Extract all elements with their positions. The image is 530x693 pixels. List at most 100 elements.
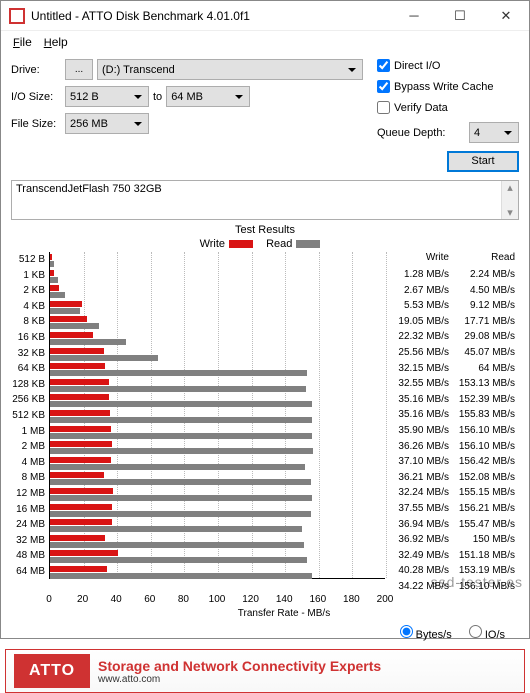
direct-io-checkbox[interactable] (377, 59, 390, 72)
read-bar (50, 433, 312, 439)
read-bar (50, 448, 313, 454)
titlebar: Untitled - ATTO Disk Benchmark 4.01.0f1 … (1, 1, 529, 31)
verify-checkbox[interactable] (377, 101, 390, 114)
cell-read: 152.39 MB/s (453, 392, 519, 408)
footer-headline: Storage and Network Connectivity Experts (98, 658, 524, 674)
x-tick: 140 (276, 594, 293, 605)
read-bar (50, 292, 65, 298)
write-bar (50, 426, 111, 432)
read-bar (50, 542, 304, 548)
write-bar (50, 394, 109, 400)
io-from-value: 512 B (70, 91, 99, 103)
cell-read: 17.71 MB/s (453, 314, 519, 330)
unit-radios: Bytes/s IO/s (11, 619, 519, 643)
atto-logo: ATTO (14, 654, 90, 688)
bar-row (50, 392, 385, 408)
table-row: 35.16 MB/s152.39 MB/s (387, 392, 519, 408)
y-label: 32 KB (11, 346, 45, 362)
y-label: 24 MB (11, 517, 45, 533)
write-bar (50, 301, 82, 307)
col-write: Write (387, 252, 453, 267)
cell-read: 153.19 MB/s (453, 563, 519, 579)
device-textarea[interactable]: TranscendJetFlash 750 32GB ▴▾ (11, 180, 519, 220)
x-tick: 60 (144, 594, 155, 605)
bytes-radio[interactable] (400, 625, 413, 638)
cell-read: 156.10 MB/s (453, 439, 519, 455)
bar-row (50, 470, 385, 486)
iosize-label: I/O Size: (11, 91, 61, 103)
table-row: 34.22 MB/s156.10 MB/s (387, 579, 519, 595)
device-name: TranscendJetFlash 750 32GB (16, 183, 162, 195)
read-bar (50, 526, 302, 532)
drive-browse-button[interactable]: ... (65, 59, 93, 80)
close-button[interactable]: ✕ (483, 1, 529, 31)
table-row: 40.28 MB/s153.19 MB/s (387, 563, 519, 579)
y-label: 16 KB (11, 330, 45, 346)
cell-write: 35.90 MB/s (387, 423, 453, 439)
y-label: 128 KB (11, 377, 45, 393)
cell-write: 1.28 MB/s (387, 267, 453, 283)
drive-combo[interactable]: (D:) Transcend (97, 59, 363, 80)
y-label: 4 KB (11, 299, 45, 315)
ios-radio[interactable] (469, 625, 482, 638)
read-bar (50, 417, 312, 423)
y-label: 8 MB (11, 470, 45, 486)
iosize-from-combo[interactable]: 512 B (65, 86, 149, 107)
read-bar (50, 355, 158, 361)
chart-bars (49, 252, 385, 579)
write-bar (50, 550, 118, 556)
legend-write-label: Write (200, 238, 225, 250)
maximize-button[interactable]: ☐ (437, 1, 483, 31)
to-label: to (153, 91, 162, 103)
app-icon (9, 8, 25, 24)
filesize-combo[interactable]: 256 MB (65, 113, 149, 134)
read-bar (50, 261, 54, 267)
bar-row (50, 548, 385, 564)
x-tick: 80 (178, 594, 189, 605)
table-row: 35.16 MB/s155.83 MB/s (387, 407, 519, 423)
direct-io-label: Direct I/O (394, 60, 440, 72)
queue-combo[interactable]: 4 (469, 122, 519, 143)
read-bar (50, 573, 312, 579)
y-label: 8 KB (11, 314, 45, 330)
chart-x-ticks: 020406080100120140160180200 (49, 594, 519, 606)
read-bar (50, 511, 311, 517)
write-bar (50, 566, 107, 572)
bar-row (50, 517, 385, 533)
write-bar (50, 457, 111, 463)
write-bar (50, 410, 110, 416)
minimize-button[interactable]: ─ (391, 1, 437, 31)
bar-row (50, 439, 385, 455)
bar-row (50, 283, 385, 299)
write-bar (50, 332, 93, 338)
bar-row (50, 408, 385, 424)
drive-value: (D:) Transcend (102, 64, 175, 76)
bar-row (50, 268, 385, 284)
cell-read: 2.24 MB/s (453, 267, 519, 283)
write-bar (50, 363, 105, 369)
cell-write: 37.55 MB/s (387, 501, 453, 517)
textarea-scrollbar[interactable]: ▴▾ (501, 181, 518, 219)
write-bar (50, 270, 54, 276)
cell-read: 150 MB/s (453, 532, 519, 548)
write-bar (50, 316, 87, 322)
bypass-checkbox[interactable] (377, 80, 390, 93)
read-bar (50, 386, 306, 392)
cell-read: 153.13 MB/s (453, 376, 519, 392)
start-button[interactable]: Start (447, 151, 519, 172)
iosize-to-combo[interactable]: 64 MB (166, 86, 250, 107)
menu-file[interactable]: File (9, 33, 36, 51)
cell-read: 29.08 MB/s (453, 329, 519, 345)
menu-help[interactable]: Help (40, 33, 72, 51)
table-row: 36.94 MB/s155.47 MB/s (387, 517, 519, 533)
bar-row (50, 564, 385, 580)
cell-read: 45.07 MB/s (453, 345, 519, 361)
table-row: 5.53 MB/s9.12 MB/s (387, 298, 519, 314)
table-row: 36.26 MB/s156.10 MB/s (387, 439, 519, 455)
bar-row (50, 455, 385, 471)
table-row: 19.05 MB/s17.71 MB/s (387, 314, 519, 330)
read-bar (50, 479, 311, 485)
cell-write: 36.94 MB/s (387, 517, 453, 533)
bar-row (50, 502, 385, 518)
queue-label: Queue Depth: (377, 127, 465, 139)
